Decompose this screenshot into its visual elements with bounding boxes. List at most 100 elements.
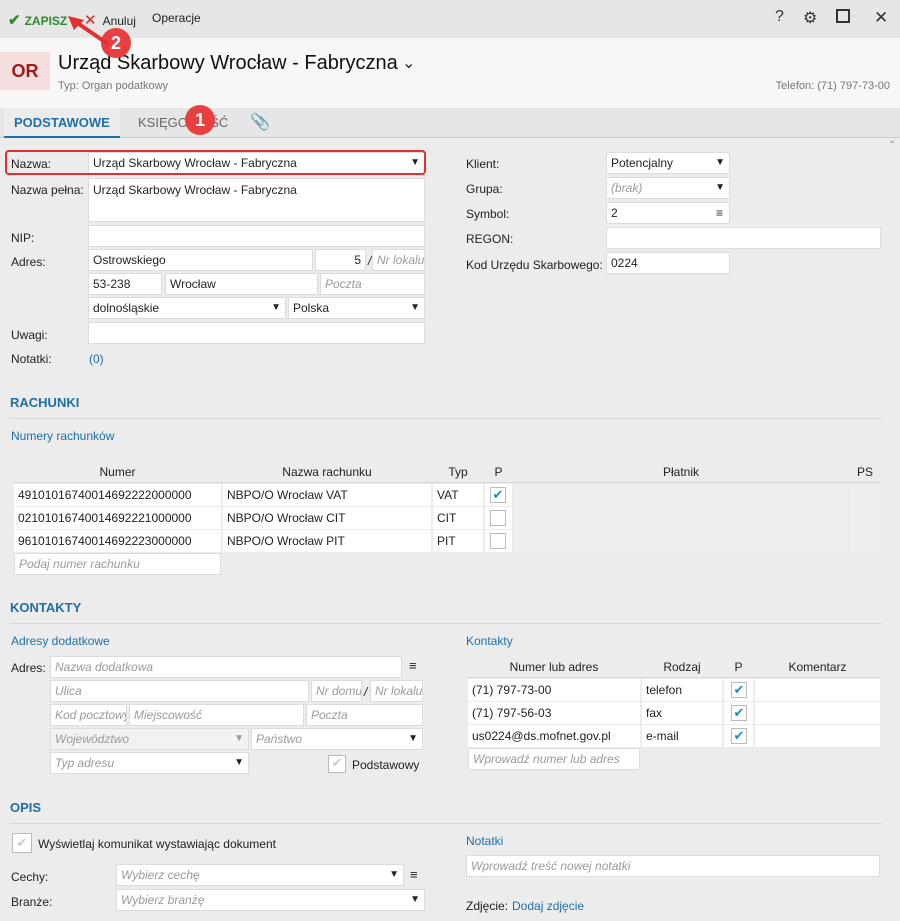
contact-comment[interactable] bbox=[755, 702, 880, 724]
account-type[interactable]: PIT bbox=[433, 530, 483, 552]
house-number-field[interactable]: 5 bbox=[315, 249, 366, 271]
flat-number-field[interactable]: Nr lokalu bbox=[372, 249, 425, 271]
notes-count-link[interactable]: (0) bbox=[89, 352, 104, 366]
account-name[interactable]: NBPO/O Wrocław VAT bbox=[223, 484, 431, 506]
divider bbox=[10, 623, 882, 624]
address-type-select[interactable]: Typ adresu ▼ bbox=[50, 752, 249, 774]
account-number[interactable]: 02101016740014692221000000 bbox=[14, 507, 221, 529]
street-field[interactable]: Ostrowskiego bbox=[88, 249, 313, 271]
chevron-down-icon: ▼ bbox=[234, 733, 244, 744]
save-button[interactable]: ✔ ZAPISZ bbox=[8, 11, 67, 29]
col-contact-comment: Komentarz bbox=[788, 660, 847, 674]
list-menu-icon[interactable]: ≡ bbox=[716, 203, 723, 223]
account-payer[interactable] bbox=[514, 484, 848, 506]
contact-value[interactable]: us0224@ds.mofnet.gov.pl bbox=[468, 725, 640, 747]
new-note-input[interactable]: Wprowadź treść nowej notatki bbox=[466, 855, 880, 877]
contact-p-checkbox[interactable]: ✔ bbox=[731, 705, 747, 721]
city-field[interactable]: Wrocław bbox=[165, 273, 318, 295]
contact-kind[interactable]: fax bbox=[642, 702, 722, 724]
list-menu-icon[interactable]: ≡ bbox=[410, 867, 418, 882]
slash-separator: / bbox=[368, 254, 372, 268]
post-field[interactable]: Poczta bbox=[320, 273, 425, 295]
maximize-icon[interactable] bbox=[836, 9, 850, 23]
col-number: Numer bbox=[99, 465, 136, 479]
show-message-checkbox[interactable]: ✔ bbox=[12, 833, 32, 853]
remarks-field[interactable] bbox=[88, 322, 425, 344]
additional-post-field[interactable]: Poczta bbox=[306, 704, 423, 726]
account-type[interactable]: VAT bbox=[433, 484, 483, 506]
contact-p-checkbox[interactable]: ✔ bbox=[731, 682, 747, 698]
additional-street-field[interactable]: Ulica bbox=[50, 680, 309, 702]
contact-p-checkbox[interactable]: ✔ bbox=[731, 728, 747, 744]
fullname-label: Nazwa pełna: bbox=[11, 183, 84, 197]
account-name[interactable]: NBPO/O Wrocław PIT bbox=[223, 530, 431, 552]
col-account-name: Nazwa rachunku bbox=[282, 465, 372, 479]
tab-accounting[interactable]: KSIĘGOWOŚĆ bbox=[128, 108, 238, 138]
tab-basic[interactable]: PODSTAWOWE bbox=[4, 108, 120, 138]
photo-label: Zdjęcie: bbox=[466, 899, 509, 913]
additional-postcode-field[interactable]: Kod pocztowy bbox=[50, 704, 127, 726]
account-p-checkbox[interactable] bbox=[490, 510, 506, 526]
operations-menu[interactable]: Operacje bbox=[152, 11, 201, 25]
group-select[interactable]: (brak) ▼ bbox=[606, 177, 730, 199]
chevron-down-icon: ▼ bbox=[715, 182, 725, 193]
new-contact-input[interactable]: Wprowadź numer lub adres bbox=[468, 748, 640, 770]
fullname-field[interactable]: Urząd Skarbowy Wrocław - Fabryczna bbox=[88, 178, 425, 222]
contact-kind[interactable]: telefon bbox=[642, 679, 722, 701]
close-window-icon[interactable]: ✕ bbox=[874, 8, 888, 28]
add-photo-link[interactable]: Dodaj zdjęcie bbox=[512, 899, 584, 913]
additional-region-select[interactable]: Województwo ▼ bbox=[50, 728, 249, 750]
new-account-input[interactable]: Podaj numer rachunku bbox=[14, 553, 221, 575]
account-name[interactable]: NBPO/O Wrocław CIT bbox=[223, 507, 431, 529]
account-p-checkbox[interactable]: ✔ bbox=[490, 487, 506, 503]
symbol-field[interactable]: 2 ≡ bbox=[606, 202, 730, 224]
chevron-down-icon: ▼ bbox=[408, 733, 418, 744]
account-number[interactable]: 49101016740014692222000000 bbox=[14, 484, 221, 506]
header-phone: Telefon: (71) 797-73-00 bbox=[775, 80, 890, 92]
account-ps[interactable] bbox=[850, 507, 880, 529]
account-p-checkbox[interactable] bbox=[490, 533, 506, 549]
annotation-marker-1: 1 bbox=[185, 105, 215, 135]
additional-city-field[interactable]: Miejscowość bbox=[129, 704, 304, 726]
additional-country-select[interactable]: Państwo ▼ bbox=[251, 728, 423, 750]
tax-office-field[interactable]: 0224 bbox=[606, 252, 730, 274]
record-header: OR Urząd Skarbowy Wrocław - Fabryczna ⌄ … bbox=[0, 38, 900, 108]
chevron-down-icon: ▼ bbox=[389, 869, 399, 880]
account-payer[interactable] bbox=[514, 507, 848, 529]
gear-icon[interactable]: ⚙ bbox=[803, 8, 817, 28]
list-menu-icon[interactable]: ≡ bbox=[409, 658, 417, 673]
annotation-arrow bbox=[68, 16, 110, 46]
industries-select[interactable]: Wybierz branżę ▼ bbox=[116, 889, 425, 911]
account-ps[interactable] bbox=[850, 530, 880, 552]
chevron-down-icon: ▼ bbox=[410, 302, 420, 313]
features-select[interactable]: Wybierz cechę ▼ bbox=[116, 864, 404, 886]
paperclip-icon[interactable]: 📎 bbox=[240, 108, 280, 138]
account-payer[interactable] bbox=[514, 530, 848, 552]
contact-value[interactable]: (71) 797-73-00 bbox=[468, 679, 640, 701]
account-type[interactable]: CIT bbox=[433, 507, 483, 529]
col-type: Typ bbox=[448, 465, 468, 479]
nip-field[interactable] bbox=[88, 225, 425, 247]
show-message-label: Wyświetlaj komunikat wystawiając dokumen… bbox=[38, 837, 276, 851]
contact-comment[interactable] bbox=[755, 679, 880, 701]
scroll-up-icon[interactable]: ⌃ bbox=[888, 140, 896, 151]
regon-field[interactable] bbox=[606, 227, 881, 249]
additional-address-label: Adres: bbox=[11, 661, 46, 675]
col-contact-p: P bbox=[734, 660, 743, 674]
additional-flat-field[interactable]: Nr lokalu bbox=[370, 680, 423, 702]
client-select[interactable]: Potencjalny ▼ bbox=[606, 152, 730, 174]
chevron-down-icon[interactable]: ⌄ bbox=[402, 53, 415, 73]
region-select[interactable]: dolnośląskie ▼ bbox=[88, 297, 286, 319]
primary-checkbox[interactable]: ✔ bbox=[328, 755, 346, 773]
additional-house-field[interactable]: Nr domu bbox=[311, 680, 362, 702]
help-icon[interactable]: ? bbox=[775, 8, 784, 26]
col-payer: Płatnik bbox=[662, 465, 700, 479]
account-number[interactable]: 96101016740014692223000000 bbox=[14, 530, 221, 552]
postcode-field[interactable]: 53-238 bbox=[88, 273, 162, 295]
contact-comment[interactable] bbox=[755, 725, 880, 747]
contact-value[interactable]: (71) 797-56-03 bbox=[468, 702, 640, 724]
country-select[interactable]: Polska ▼ bbox=[288, 297, 425, 319]
account-ps[interactable] bbox=[850, 484, 880, 506]
contact-kind[interactable]: e-mail bbox=[642, 725, 722, 747]
additional-name-field[interactable]: Nazwa dodatkowa bbox=[50, 656, 402, 678]
